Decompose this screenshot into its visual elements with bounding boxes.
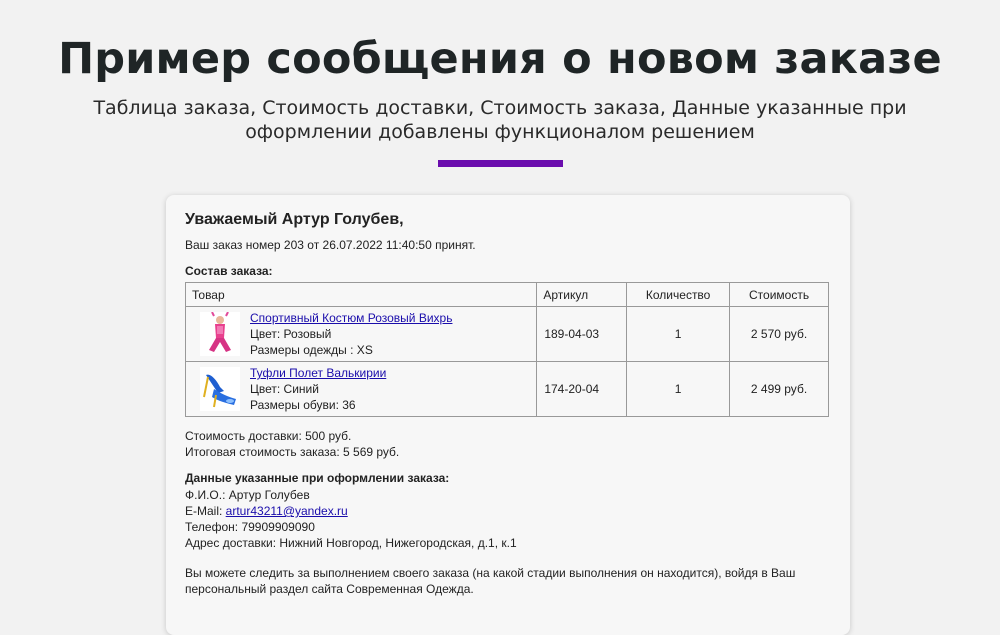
article-cell: 174-20-04 — [536, 361, 628, 417]
product-cell: Туфли Полет Валькирии Цвет: Синий Размер… — [184, 361, 538, 417]
email-greeting: Уважаемый Артур Голубев, — [185, 211, 404, 228]
pink-tracksuit-figure-icon — [200, 312, 240, 356]
customer-email-row: E-Mail: artur43211@yandex.ru — [185, 503, 348, 519]
price-cell: 2 499 руб. — [729, 361, 829, 417]
email-preview-card: Уважаемый Артур Голубев, Ваш заказ номер… — [166, 195, 850, 635]
quantity-cell: 1 — [626, 306, 731, 362]
email-link[interactable]: artur43211@yandex.ru — [226, 504, 348, 518]
price-cell: 2 570 руб. — [729, 306, 829, 362]
product-color: Цвет: Розовый — [250, 327, 332, 341]
article-cell: 189-04-03 — [536, 306, 628, 362]
blue-shoes-icon — [200, 367, 240, 411]
product-cell: Спортивный Костюм Розовый Вихрь Цвет: Ро… — [184, 306, 538, 362]
quantity-cell: 1 — [626, 361, 731, 417]
order-details-title: Данные указанные при оформлении заказа: — [185, 471, 450, 485]
table-row: Спортивный Костюм Розовый Вихрь Цвет: Ро… — [184, 306, 829, 362]
order-accepted-text: Ваш заказ номер 203 от 26.07.2022 11:40:… — [185, 238, 476, 252]
accent-underline — [438, 160, 563, 167]
col-header-quantity: Количество — [626, 282, 731, 307]
delivery-cost: Стоимость доставки: 500 руб. — [185, 429, 352, 443]
col-header-article: Артикул — [536, 282, 628, 307]
page-subtitle: Таблица заказа, Стоимость доставки, Стои… — [93, 97, 907, 143]
delivery-address: Адрес доставки: Нижний Новгород, Нижегор… — [185, 536, 517, 550]
order-table: Товар Артикул Количество Стоимость Спорт… — [184, 282, 829, 417]
product-size: Размеры одежды : XS — [250, 343, 373, 357]
product-size: Размеры обуви: 36 — [250, 398, 356, 412]
page-title: Пример сообщения о новом заказе — [58, 34, 942, 84]
order-contents-title: Состав заказа: — [185, 264, 273, 278]
product-link[interactable]: Туфли Полет Валькирии — [250, 365, 386, 381]
email-label: E-Mail: — [185, 504, 226, 518]
col-header-price: Стоимость — [729, 282, 829, 307]
product-link[interactable]: Спортивный Костюм Розовый Вихрь — [250, 310, 452, 326]
table-row: Туфли Полет Валькирии Цвет: Синий Размер… — [184, 361, 829, 417]
customer-phone: Телефон: 79909909090 — [185, 520, 315, 534]
total-cost: Итоговая стоимость заказа: 5 569 руб. — [185, 445, 400, 459]
order-tracking-note: Вы можете следить за выполнением своего … — [185, 566, 796, 596]
product-color: Цвет: Синий — [250, 382, 319, 396]
customer-name: Ф.И.О.: Артур Голубев — [185, 488, 310, 502]
order-table-header: Товар Артикул Количество Стоимость — [184, 282, 829, 307]
col-header-product: Товар — [184, 282, 538, 307]
